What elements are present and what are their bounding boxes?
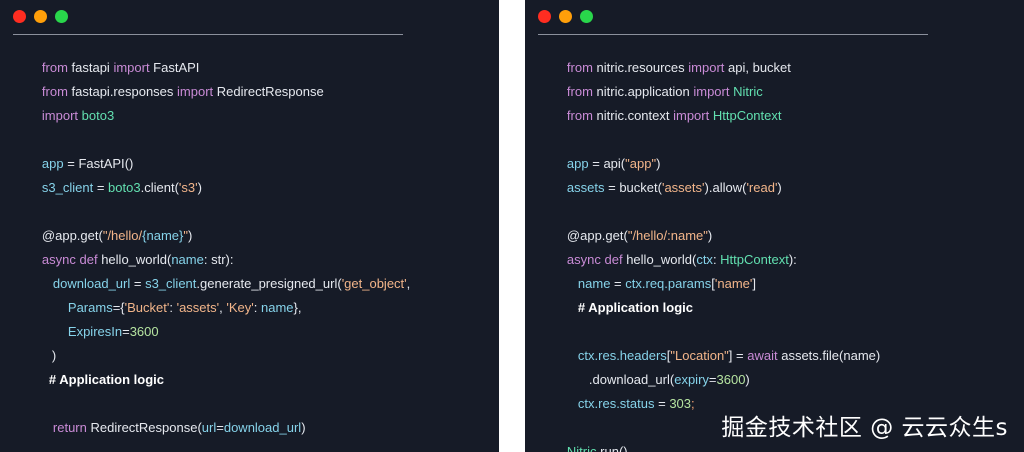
punctuation: : <box>253 300 261 315</box>
variable-name: assets <box>781 348 819 363</box>
keyword-import: import <box>41 108 79 123</box>
string-literal: 'assets' <box>661 180 705 195</box>
operator: = <box>654 396 670 411</box>
string-literal: 'get_object' <box>341 276 407 291</box>
code-line-12: # Application logic <box>20 356 164 387</box>
imported-name: HttpContext <box>709 108 782 123</box>
variable-name: s3_client <box>41 180 94 195</box>
call-name: run <box>600 444 619 452</box>
class-name: Nitric <box>566 444 597 452</box>
keyword-return: return <box>52 420 87 435</box>
call-name: allow <box>712 180 743 195</box>
punctuation: , <box>406 276 411 291</box>
code-line-3: from nitric.context import HttpContext <box>538 92 782 123</box>
code-window-nitric: from nitric.resources import api, bucket… <box>525 0 1024 452</box>
code-line-9: Params={'Bucket': 'assets', 'Key': name}… <box>39 284 302 315</box>
minimize-window-dot-icon[interactable] <box>34 10 47 23</box>
code-line-10: ExpiresIn=3600 <box>39 308 159 339</box>
code-line-6: @app.get("/hello/:name") <box>538 212 712 243</box>
code-line-5: assets = bucket('assets').allow('read') <box>538 164 782 195</box>
code-line-4: app = FastAPI() <box>13 140 133 171</box>
operator: = <box>216 420 224 435</box>
imported-name: RedirectResponse <box>213 84 324 99</box>
code-line-1: from nitric.resources import api, bucket <box>538 44 791 75</box>
code-block-fastapi: from fastapi import FastAPI from fastapi… <box>13 0 410 435</box>
semicolon: ; <box>691 396 695 411</box>
code-line-2: from nitric.application import Nitric <box>538 68 763 99</box>
operator: = <box>93 180 109 195</box>
module-name: boto3 <box>108 180 141 195</box>
comment: # Application logic <box>577 300 693 315</box>
code-line-13: return RedirectResponse(url=download_url… <box>24 404 306 435</box>
code-line-12: ctx.res.status = 303; <box>549 380 695 411</box>
code-line-11: ) <box>23 332 56 363</box>
number-literal: 303 <box>669 396 692 411</box>
keyword-import: import <box>673 108 710 123</box>
titlebar-divider <box>538 34 928 35</box>
maximize-window-dot-icon[interactable] <box>55 10 68 23</box>
variable-name: name <box>260 300 294 315</box>
watermark-text: 掘金技术社区 @ 云云众生s <box>721 415 1008 441</box>
module-name: nitric.context <box>592 108 674 123</box>
punctuation: ) <box>875 348 881 363</box>
code-line-3: import boto3 <box>13 92 114 123</box>
call-name: client <box>144 180 175 195</box>
string-literal: 'read' <box>746 180 778 195</box>
code-line-7: async def hello_world(ctx: HttpContext): <box>538 236 797 267</box>
number-literal: 3600 <box>129 324 159 339</box>
screenshot-stage: from fastapi import FastAPI from fastapi… <box>0 0 1024 452</box>
code-line-10: ctx.res.headers["Location"] = await asse… <box>549 332 880 363</box>
call-name: file <box>822 348 840 363</box>
keyword-argument: url <box>201 420 217 435</box>
code-line-2: from fastapi.responses import RedirectRe… <box>13 68 324 99</box>
number-literal: 3600 <box>716 372 746 387</box>
minimize-window-dot-icon[interactable] <box>559 10 572 23</box>
string-literal: 'Key' <box>226 300 254 315</box>
keyword-from: from <box>566 108 593 123</box>
code-block-nitric: from nitric.resources import api, bucket… <box>538 0 880 452</box>
string-literal: 'assets' <box>176 300 220 315</box>
call-name: RedirectResponse <box>90 420 198 435</box>
punctuation: ) <box>745 372 750 387</box>
punctuation: ) <box>777 180 782 195</box>
keyword-await: await <box>747 348 778 363</box>
operator: = <box>122 324 130 339</box>
code-line-9: # Application logic <box>549 284 693 315</box>
titlebar-divider <box>13 34 403 35</box>
variable-name: ctx.res.status <box>577 396 655 411</box>
keyword-argument: ExpiresIn <box>67 324 123 339</box>
code-line-7: async def hello_world(name: str): <box>13 236 234 267</box>
code-line-8: name = ctx.req.params['name'] <box>549 260 756 291</box>
punctuation: ): <box>788 252 797 267</box>
string-literal: 's3' <box>178 180 198 195</box>
code-line-11: .download_url(expiry=3600) <box>560 356 750 387</box>
code-line-5: s3_client = boto3.client('s3') <box>13 164 202 195</box>
punctuation: }, <box>293 300 302 315</box>
punctuation: ) <box>301 420 306 435</box>
variable-name: assets <box>566 180 605 195</box>
operator: = <box>708 372 717 387</box>
variable-name: name <box>843 348 876 363</box>
comment: # Application logic <box>48 372 164 387</box>
variable-name: download_url <box>223 420 302 435</box>
maximize-window-dot-icon[interactable] <box>580 10 593 23</box>
punctuation: ) <box>197 180 202 195</box>
punctuation: () <box>618 444 628 452</box>
call-name: bucket <box>619 180 658 195</box>
code-line-8: download_url = s3_client.generate_presig… <box>24 260 410 291</box>
punctuation: : <box>169 300 177 315</box>
keyword-import: import <box>177 84 214 99</box>
module-name: boto3 <box>78 108 115 123</box>
code-line-6: @app.get("/hello/{name}") <box>13 212 192 243</box>
punctuation: ] <box>752 276 756 291</box>
code-line-4: app = api("app") <box>538 140 661 171</box>
code-window-fastapi: from fastapi import FastAPI from fastapi… <box>0 0 499 452</box>
string-literal: 'name' <box>714 276 753 291</box>
code-line-13: Nitric.run() <box>538 428 628 452</box>
code-line-1: from fastapi import FastAPI <box>13 44 200 75</box>
operator: = <box>604 180 620 195</box>
